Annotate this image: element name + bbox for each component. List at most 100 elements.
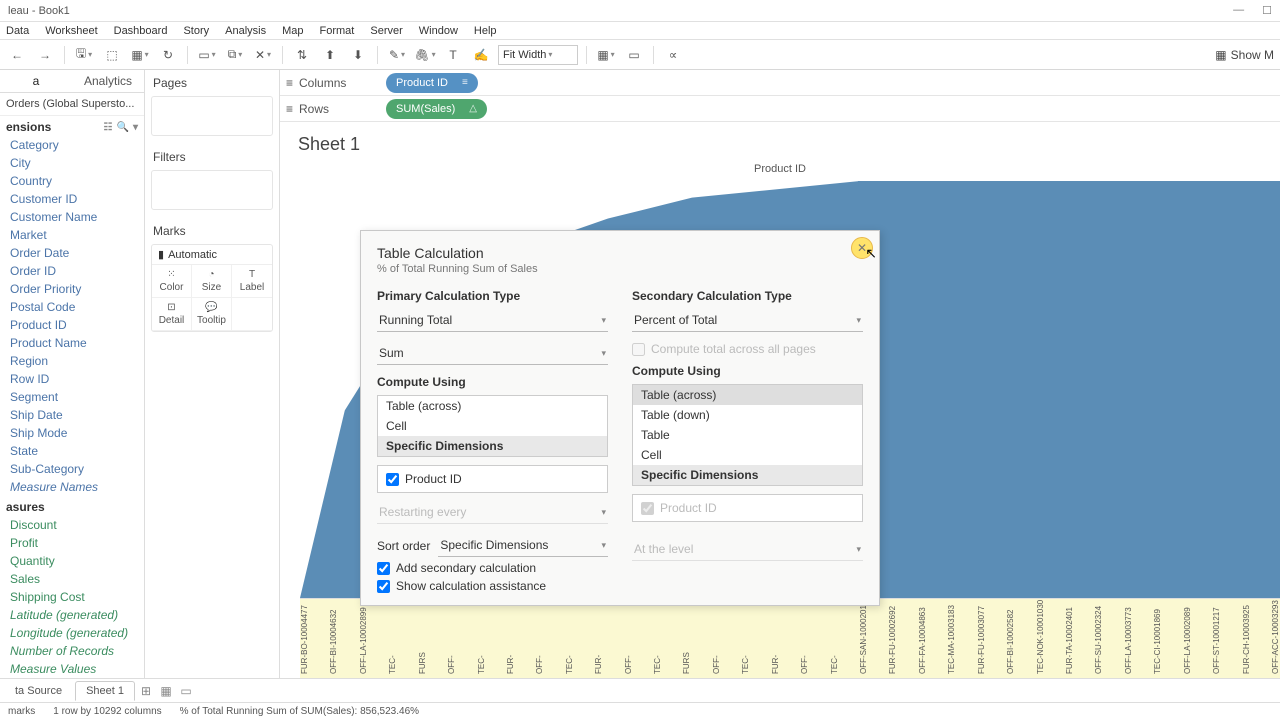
labels-button[interactable]: T (442, 44, 464, 66)
group-button[interactable]: 🖇 (414, 44, 436, 66)
primary-agg-select[interactable]: Sum▾ (377, 342, 608, 365)
menu-data[interactable]: Data (6, 25, 29, 37)
dimension-field[interactable]: Order ID (0, 262, 144, 280)
dimension-field[interactable]: Measure Names (0, 478, 144, 496)
menu-help[interactable]: Help (474, 25, 497, 37)
dimension-field[interactable]: Sub-Category (0, 460, 144, 478)
marks-label[interactable]: TLabel (232, 265, 272, 298)
dimension-field[interactable]: Market (0, 226, 144, 244)
view-toggle-icon[interactable]: ☷ (104, 122, 113, 133)
compute-option[interactable]: Table (across) (378, 396, 607, 416)
rows-pill-sales[interactable]: SUM(Sales)△ (386, 99, 487, 119)
dimension-field[interactable]: Category (0, 136, 144, 154)
duplicate-button[interactable]: ⧉ (224, 44, 246, 66)
primary-type-select[interactable]: Running Total▾ (377, 309, 608, 332)
menu-format[interactable]: Format (320, 25, 355, 37)
close-button[interactable]: ✕ (851, 237, 873, 259)
menu-analysis[interactable]: Analysis (225, 25, 266, 37)
menu-map[interactable]: Map (282, 25, 303, 37)
dimension-field[interactable]: Customer Name (0, 208, 144, 226)
measure-field[interactable]: Quantity (0, 552, 144, 570)
measure-field[interactable]: Latitude (generated) (0, 606, 144, 624)
tab-datasource[interactable]: ta Source (4, 681, 73, 701)
cards-button[interactable]: ▦ (595, 44, 617, 66)
back-button[interactable]: ← (6, 44, 28, 66)
presentation-button[interactable]: ▭ (623, 44, 645, 66)
sort-order-select[interactable]: Specific Dimensions▾ (438, 534, 608, 557)
measure-field[interactable]: Shipping Cost (0, 588, 144, 606)
compute-option[interactable]: Specific Dimensions (633, 465, 862, 485)
new-datasource-button[interactable]: ⬚ (101, 44, 123, 66)
menu-dashboard[interactable]: Dashboard (114, 25, 168, 37)
forward-button[interactable]: → (34, 44, 56, 66)
swap-button[interactable]: ⇅ (291, 44, 313, 66)
pages-shelf[interactable] (151, 96, 273, 136)
primary-dimension-check[interactable]: Product ID (377, 465, 608, 493)
tab-data[interactable]: a (0, 70, 72, 92)
tab-sheet1[interactable]: Sheet 1 (75, 681, 135, 701)
columns-pill-productid[interactable]: Product ID≡ (386, 73, 478, 93)
menu-worksheet[interactable]: Worksheet (45, 25, 97, 37)
new-dashboard-icon[interactable]: ▦ (157, 682, 175, 700)
menu-window[interactable]: Window (419, 25, 458, 37)
compute-option[interactable]: Table (down) (633, 405, 862, 425)
add-secondary-checkbox[interactable] (377, 562, 390, 575)
dimension-field[interactable]: Segment (0, 388, 144, 406)
columns-shelf[interactable]: ≡Columns Product ID≡ (280, 70, 1280, 96)
filters-shelf[interactable] (151, 170, 273, 210)
dimension-field[interactable]: Ship Date (0, 406, 144, 424)
measure-field[interactable]: Sales (0, 570, 144, 588)
compute-option[interactable]: Specific Dimensions (378, 436, 607, 456)
show-me-button[interactable]: ▦ Show M (1215, 48, 1274, 62)
dimension-field[interactable]: State (0, 442, 144, 460)
dimension-field[interactable]: Order Priority (0, 280, 144, 298)
dimension-field[interactable]: Country (0, 172, 144, 190)
marks-tooltip[interactable]: 💬Tooltip (192, 298, 232, 331)
dimension-field[interactable]: Customer ID (0, 190, 144, 208)
highlight-button[interactable]: ✎ (386, 44, 408, 66)
dimension-field[interactable]: Region (0, 352, 144, 370)
marks-type-select[interactable]: ▮ Automatic (152, 245, 272, 265)
new-story-icon[interactable]: ▭ (177, 682, 195, 700)
dimension-field[interactable]: City (0, 154, 144, 172)
refresh-button[interactable]: ↻ (157, 44, 179, 66)
maximize-icon[interactable]: ☐ (1262, 4, 1272, 17)
menu-story[interactable]: Story (183, 25, 209, 37)
new-worksheet-button[interactable]: ▭ (196, 44, 218, 66)
dimension-field[interactable]: Product ID (0, 316, 144, 334)
clear-button[interactable]: ✕ (252, 44, 274, 66)
sort-asc-button[interactable]: ⬆ (319, 44, 341, 66)
show-assistance-checkbox[interactable] (377, 580, 390, 593)
share-button[interactable]: ∝ (662, 44, 684, 66)
compute-option[interactable]: Table (across) (633, 385, 862, 405)
secondary-compute-listbox[interactable]: Table (across)Table (down)TableCellSpeci… (632, 384, 863, 486)
secondary-type-select[interactable]: Percent of Total▾ (632, 309, 863, 332)
sheet-title[interactable]: Sheet 1 (280, 122, 1280, 161)
sort-desc-button[interactable]: ⬇ (347, 44, 369, 66)
measure-field[interactable]: Discount (0, 516, 144, 534)
marks-color[interactable]: ⁙Color (152, 265, 192, 298)
find-icon[interactable]: 🔍 (117, 122, 129, 133)
dimension-field[interactable]: Product Name (0, 334, 144, 352)
dimension-field[interactable]: Postal Code (0, 298, 144, 316)
primary-compute-listbox[interactable]: Table (across)CellSpecific Dimensions (377, 395, 608, 457)
new-worksheet-icon[interactable]: ⊞ (137, 682, 155, 700)
dimension-field[interactable]: Order Date (0, 244, 144, 262)
measure-field[interactable]: Number of Records (0, 642, 144, 660)
auto-update-button[interactable]: ▦ (129, 44, 151, 66)
dimension-field[interactable]: Ship Mode (0, 424, 144, 442)
minimize-icon[interactable]: — (1233, 4, 1244, 17)
rows-shelf[interactable]: ≡Rows SUM(Sales)△ (280, 96, 1280, 122)
measure-field[interactable]: Profit (0, 534, 144, 552)
compute-option[interactable]: Cell (378, 416, 607, 436)
compute-option[interactable]: Table (633, 425, 862, 445)
dimension-field[interactable]: Row ID (0, 370, 144, 388)
menu-icon[interactable]: ▾ (133, 122, 138, 133)
menu-server[interactable]: Server (370, 25, 402, 37)
tab-analytics[interactable]: Analytics (72, 70, 144, 92)
compute-option[interactable]: Cell (633, 445, 862, 465)
measure-field[interactable]: Longitude (generated) (0, 624, 144, 642)
fit-mode-select[interactable]: Fit Width (498, 45, 578, 65)
annotate-button[interactable]: ✍ (470, 44, 492, 66)
marks-detail[interactable]: ⊡Detail (152, 298, 192, 331)
